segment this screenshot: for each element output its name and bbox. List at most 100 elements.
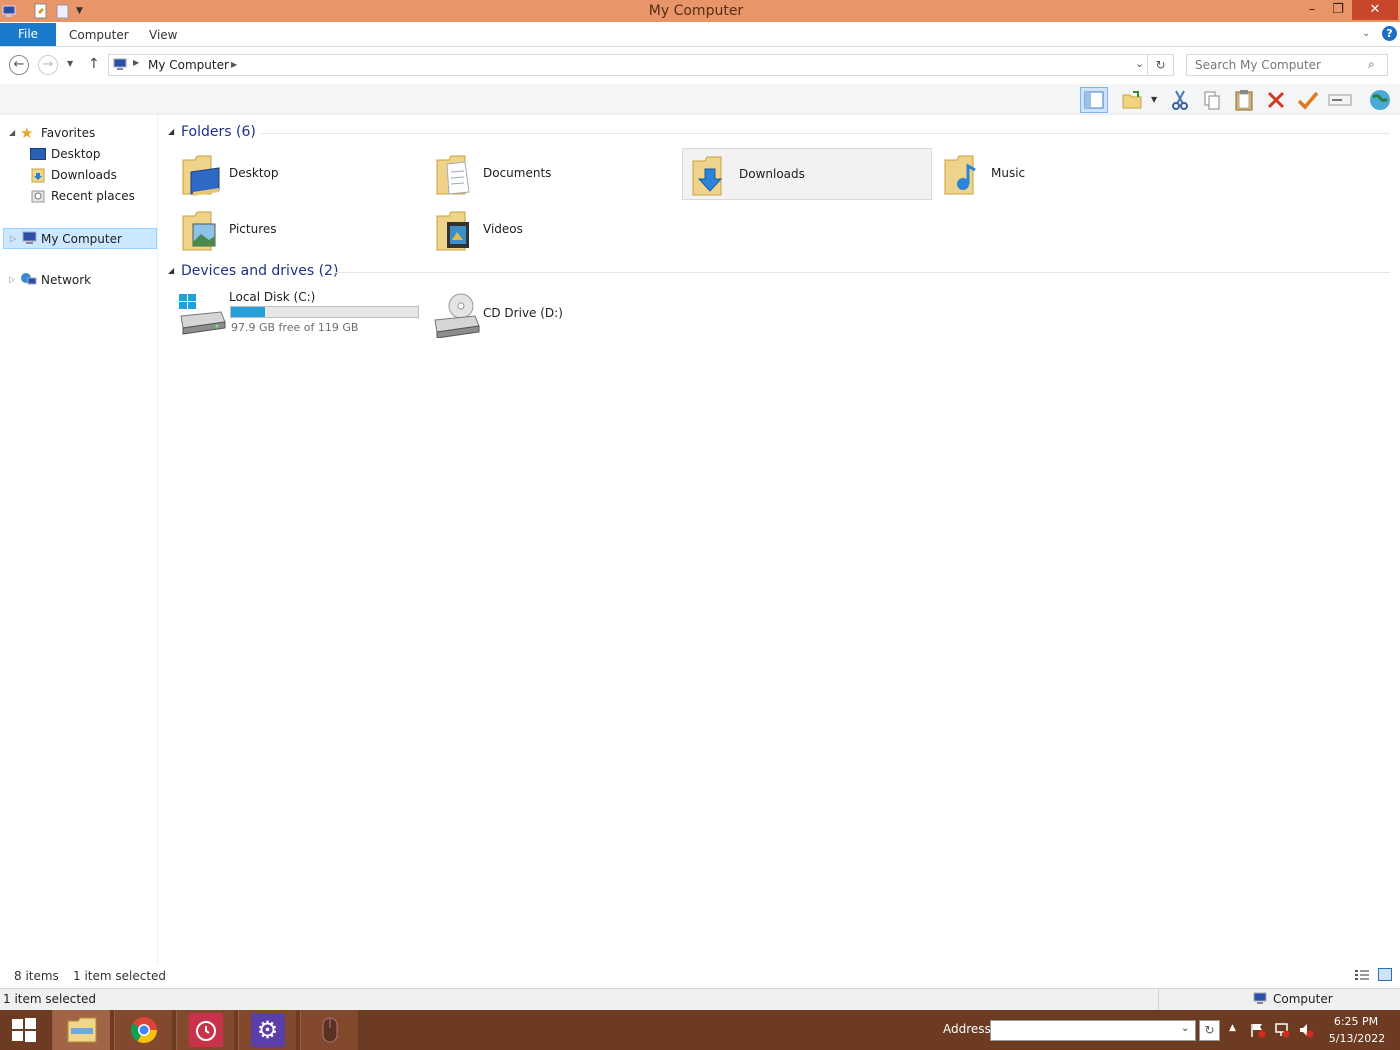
help-icon[interactable]: ?: [1382, 26, 1397, 41]
nav-recent-places-label: Recent places: [51, 189, 135, 203]
local-disk-free-space: 97.9 GB free of 119 GB: [231, 321, 359, 334]
computer-icon: [112, 57, 128, 76]
up-button[interactable]: ↑: [88, 56, 100, 72]
videos-folder-icon: [435, 210, 475, 252]
breadcrumb-my-computer[interactable]: My Computer: [148, 58, 229, 72]
taskbar-file-explorer[interactable]: [52, 1010, 110, 1050]
clock-time[interactable]: 6:25 PM: [1330, 1015, 1382, 1028]
paste-icon[interactable]: [1230, 87, 1258, 113]
nav-network-label: Network: [41, 273, 92, 287]
bottom-status-bar: 1 item selected Computer: [0, 988, 1400, 1010]
drive-cd-d[interactable]: CD Drive (D:): [427, 288, 677, 340]
expand-network-triangle-icon[interactable]: ▷: [9, 270, 15, 290]
bottom-status-zone: Computer: [1273, 992, 1333, 1006]
nav-desktop[interactable]: Desktop: [0, 144, 150, 164]
local-disk-label: Local Disk (C:): [229, 290, 316, 304]
forward-button[interactable]: →: [38, 55, 58, 75]
taskbar-mouse[interactable]: [300, 1010, 358, 1050]
nav-recent-places[interactable]: Recent places: [0, 186, 150, 206]
rename-check-icon[interactable]: [1294, 87, 1322, 113]
nav-favorites[interactable]: ◢ ★ Favorites: [0, 123, 150, 143]
folder-desktop-label: Desktop: [229, 166, 279, 180]
taskbar-address-dropdown-icon[interactable]: ⌄: [1181, 1023, 1189, 1034]
drives-header-label: Devices and drives (2): [181, 263, 339, 279]
address-bar-row: ← → ▼ ↑ ▶ My Computer ▶ ⌄ ↻ Search My Co…: [0, 53, 1400, 77]
taskbar-address-go-button[interactable]: ↻: [1199, 1020, 1220, 1041]
mouse-icon: [322, 1017, 337, 1043]
disk-usage-bar: [230, 306, 419, 318]
back-button[interactable]: ←: [9, 55, 29, 75]
collapse-triangle-icon[interactable]: ▷: [10, 229, 16, 249]
large-icons-view-icon[interactable]: [1378, 968, 1392, 981]
tab-file[interactable]: File: [0, 23, 56, 46]
recent-places-icon: [31, 189, 46, 210]
properties-toolbar-icon[interactable]: [1326, 87, 1354, 113]
cut-icon[interactable]: [1166, 87, 1194, 113]
action-center-flag-icon[interactable]: [1250, 1022, 1266, 1041]
nav-favorites-label: Favorites: [41, 126, 96, 140]
globe-icon[interactable]: [1366, 87, 1394, 113]
address-field[interactable]: ▶ My Computer ▶ ⌄: [108, 54, 1148, 76]
taskbar-address-input[interactable]: ⌄: [990, 1020, 1196, 1041]
folder-music-label: Music: [991, 166, 1026, 180]
star-icon: ★: [20, 124, 34, 142]
nav-network[interactable]: ▷ Network: [0, 270, 150, 290]
expand-ribbon-chevron-icon[interactable]: ⌄: [1362, 28, 1370, 39]
tab-computer[interactable]: Computer: [69, 28, 129, 42]
folder-videos[interactable]: Videos: [427, 204, 677, 256]
tray-overflow-icon[interactable]: ▲: [1229, 1023, 1236, 1033]
close-button[interactable]: ✕: [1352, 0, 1398, 20]
nav-my-computer-label: My Computer: [41, 232, 122, 246]
new-folder-dropdown-icon[interactable]: ▼: [1151, 95, 1157, 104]
network-icon: [20, 272, 37, 293]
drive-local-disk-c[interactable]: Local Disk (C:) 97.9 GB free of 119 GB: [173, 288, 423, 340]
folder-documents[interactable]: Documents: [427, 148, 677, 200]
search-input[interactable]: Search My Computer ⌕: [1186, 54, 1388, 76]
documents-folder-icon: [435, 154, 475, 196]
address-toolbar-label: Address: [943, 1022, 991, 1036]
preview-pane-icon[interactable]: [1080, 87, 1108, 113]
delete-icon[interactable]: [1262, 87, 1290, 113]
volume-muted-icon[interactable]: [1298, 1022, 1314, 1041]
cd-drive-label: CD Drive (D:): [483, 306, 563, 320]
nav-my-computer[interactable]: ▷ My Computer: [3, 228, 157, 249]
expand-triangle-icon[interactable]: ◢: [9, 123, 15, 143]
alarm-clock-icon: [188, 1013, 223, 1047]
folder-pictures[interactable]: Pictures: [173, 204, 423, 256]
windows-logo-icon: [12, 1018, 36, 1042]
recent-locations-dropdown-icon[interactable]: ▼: [67, 59, 73, 68]
folders-header-label: Folders (6): [181, 124, 256, 140]
refresh-button[interactable]: ↻: [1148, 54, 1174, 76]
network-tray-icon[interactable]: [1274, 1022, 1290, 1041]
folders-collapse-icon[interactable]: ◢: [168, 127, 174, 136]
folder-music[interactable]: Music: [935, 148, 1185, 200]
navigation-pane: ◢ ★ Favorites Desktop Downloads Recent p…: [0, 116, 158, 964]
file-explorer-icon: [67, 1017, 96, 1043]
address-history-dropdown-icon[interactable]: ⌄: [1135, 57, 1144, 70]
nav-downloads[interactable]: Downloads: [0, 165, 150, 185]
restore-button[interactable]: ❐: [1328, 0, 1348, 20]
search-icon[interactable]: ⌕: [1368, 57, 1375, 72]
folder-pictures-label: Pictures: [229, 222, 277, 236]
breadcrumb-separator-icon[interactable]: ▶: [133, 58, 139, 67]
folder-desktop[interactable]: Desktop: [173, 148, 423, 200]
breadcrumb-chevron-icon[interactable]: ▶: [231, 60, 237, 69]
tab-view[interactable]: View: [149, 28, 177, 42]
window-title: My Computer: [648, 3, 744, 19]
taskbar-settings[interactable]: ⚙: [238, 1010, 296, 1050]
details-view-icon[interactable]: [1354, 969, 1370, 981]
start-button[interactable]: [0, 1010, 48, 1050]
drives-collapse-icon[interactable]: ◢: [168, 266, 174, 275]
taskbar-chrome[interactable]: [114, 1010, 172, 1050]
nav-downloads-label: Downloads: [51, 168, 117, 182]
minimize-button[interactable]: –: [1302, 0, 1322, 20]
local-disk-icon: [177, 292, 227, 336]
title-bar: ▼ My Computer – ❐ ✕: [0, 0, 1400, 22]
folder-downloads[interactable]: Downloads: [682, 148, 932, 200]
new-folder-toolbar-icon[interactable]: [1118, 87, 1146, 113]
clock-date[interactable]: 5/13/2022: [1326, 1032, 1388, 1045]
content-pane: ◢ Folders (6) Desktop Documents Download…: [160, 116, 1400, 964]
copy-icon[interactable]: [1198, 87, 1226, 113]
taskbar-alarms[interactable]: [176, 1010, 234, 1050]
my-computer-icon: [21, 231, 38, 252]
